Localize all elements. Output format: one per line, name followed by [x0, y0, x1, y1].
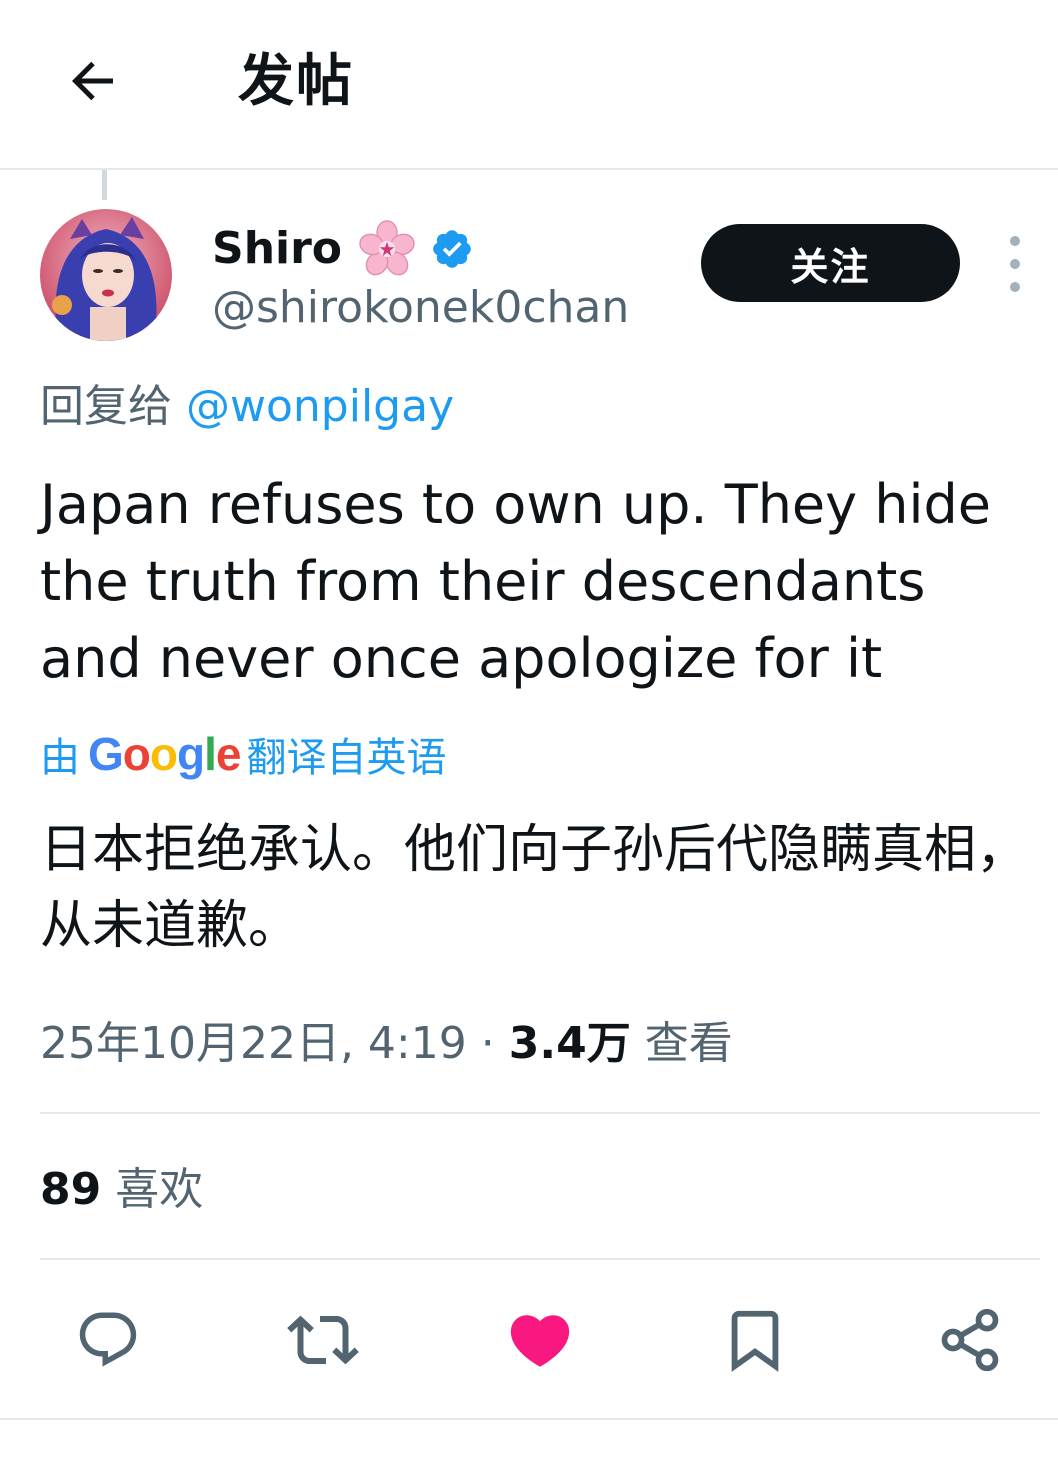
cherry-blossom-icon: [359, 220, 415, 276]
meta-divider: [40, 1112, 1040, 1114]
avatar-image: [40, 209, 172, 341]
likes-label: 喜欢: [115, 1164, 204, 1215]
translation-suffix: 翻译自英语: [246, 735, 447, 781]
translation-prefix: 由: [40, 735, 80, 781]
translated-text: 日本拒绝承认。他们向子孙后代隐瞒真相，从未道歉。: [40, 820, 1029, 956]
author-name-row: Shiro: [212, 220, 474, 276]
header-divider: [0, 168, 1058, 170]
views-count: 3.4万: [508, 1018, 631, 1069]
share-button[interactable]: [930, 1300, 1010, 1380]
bookmark-icon: [731, 1310, 779, 1372]
page-title: 发帖: [238, 49, 354, 114]
thread-connector-line: [102, 170, 107, 200]
stats-divider: [40, 1258, 1040, 1260]
tweet-text: Japan refuses to own up. They hide the t…: [40, 473, 991, 690]
reply-to-line: 回复给 @wonpilgay: [40, 378, 454, 436]
verified-badge-icon: [433, 230, 471, 268]
retweet-icon: [287, 1315, 359, 1365]
meta-separator: ·: [480, 1018, 495, 1069]
more-vertical-icon: [1010, 236, 1020, 246]
reply-handle-link[interactable]: @wonpilgay: [186, 381, 454, 432]
likes-stat[interactable]: 89 喜欢: [40, 1160, 203, 1220]
reply-button[interactable]: [68, 1300, 148, 1380]
heart-icon: [510, 1315, 570, 1367]
comment-icon: [79, 1312, 137, 1367]
likes-count: 89: [40, 1164, 102, 1215]
share-icon: [941, 1308, 999, 1372]
reply-prefix: 回复给: [40, 381, 172, 432]
author-handle[interactable]: @shirokonek0chan: [212, 282, 629, 334]
more-options-button[interactable]: [1000, 236, 1030, 292]
arrow-left-icon: [72, 61, 113, 101]
like-button[interactable]: [500, 1300, 580, 1380]
google-logo: Google: [88, 728, 241, 780]
bottom-divider: [0, 1418, 1058, 1420]
display-name[interactable]: Shiro: [212, 222, 342, 276]
retweet-button[interactable]: [283, 1300, 363, 1380]
tweet-meta: 25年10月22日, 4:19 · 3.4万 查看: [40, 1014, 733, 1074]
avatar[interactable]: [40, 209, 172, 341]
timestamp[interactable]: 25年10月22日, 4:19: [40, 1018, 467, 1069]
bookmark-button[interactable]: [715, 1300, 795, 1380]
translation-attribution[interactable]: 由 Google 翻译自英语: [40, 726, 446, 782]
views-label: 查看: [644, 1018, 733, 1069]
back-button[interactable]: [58, 46, 128, 116]
follow-button[interactable]: 关注: [701, 224, 960, 302]
